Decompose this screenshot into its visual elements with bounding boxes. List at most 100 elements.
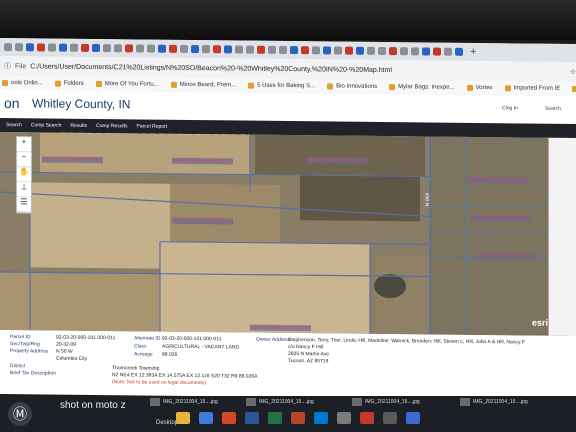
measure-tool-button[interactable]: ⟂ — [17, 182, 31, 198]
owner-care-of: c/o Nancy F Hill — [288, 344, 324, 351]
acreage-value: 88.026 — [162, 351, 178, 358]
info-icon: ⓘ — [4, 63, 11, 71]
zoom-control[interactable]: + − ✋ ⟂ ☰ — [16, 136, 32, 214]
app-icon[interactable] — [406, 412, 420, 424]
parcel-label[interactable]: 92-03-20-000-103.000-011 — [476, 252, 538, 260]
new-tab-button[interactable]: + — [470, 46, 476, 58]
nav-results[interactable]: Results — [70, 123, 87, 129]
outlook-icon[interactable] — [314, 412, 328, 424]
image-thumbnail-icon — [246, 398, 256, 406]
folder-icon — [504, 85, 511, 92]
folder-icon — [54, 80, 61, 87]
chrome-icon[interactable] — [222, 412, 236, 424]
image-thumbnail-icon — [460, 398, 470, 406]
bookmark-item[interactable]: Vortex — [466, 84, 493, 91]
bookmark-icon — [327, 83, 334, 90]
bookmark-item[interactable]: Minox Beard, Prem... — [170, 81, 236, 88]
nav-comp-results[interactable]: Comp Results — [96, 123, 127, 129]
district-label: District — [10, 363, 26, 370]
taskbar-file-item[interactable]: IMG_20211004_15....jpg — [352, 398, 420, 406]
side-panel — [548, 137, 576, 337]
zoom-out-button[interactable]: − — [17, 152, 31, 168]
bookmark-item[interactable]: 5 Uses for Baking S... — [248, 82, 315, 89]
browser-screen: + ⓘ File C:/Users/User/Documents/C21%20L… — [0, 38, 576, 401]
nav-search[interactable]: Search — [6, 122, 22, 128]
parcel-label[interactable]: 92-03-20-000-107.000-011 — [172, 217, 234, 225]
desktop-label[interactable]: Desktop — [156, 420, 178, 426]
bookmark-item[interactable]: dotloop — [572, 85, 576, 93]
property-address-value: N 50 W — [56, 348, 73, 355]
pan-tool-button[interactable]: ✋ — [17, 167, 31, 183]
monitor-bezel — [0, 0, 576, 40]
property-address-label: Property Address — [10, 348, 49, 355]
parcel-id-value: 92-03-20-000-101.000-011 — [56, 334, 116, 342]
acrobat-icon[interactable] — [360, 412, 374, 424]
url-text[interactable]: C:/Users/User/Documents/C21%20Listings/N… — [30, 63, 565, 76]
sec-twp-rng-label: Sec/Twp/Rng — [10, 341, 40, 348]
alternate-id-label: Alternate ID — [134, 335, 161, 342]
star-icon[interactable]: ☆ — [570, 68, 576, 76]
parcel-label[interactable]: 92-03-21-000-014.000-011 — [468, 176, 530, 184]
image-thumbnail-icon — [352, 398, 362, 406]
beacon-logo[interactable]: on — [4, 95, 20, 111]
layers-tool-button[interactable]: ☰ — [17, 197, 31, 213]
taskbar-file-item[interactable]: IMG_20211004_15....jpg — [150, 398, 218, 406]
owner-street: 2605 N Martin Ave — [288, 351, 330, 358]
road-label: 450 N — [423, 192, 430, 207]
legal-note: (Note: Not to be used on legal documents… — [112, 379, 206, 387]
bookmark-item[interactable]: More Of You Fortu... — [95, 81, 159, 88]
file-label: File — [15, 62, 27, 70]
taskbar-pinned-apps — [176, 412, 420, 424]
bookmark-icon — [95, 81, 102, 88]
owner-city: Tucson, AZ 85719 — [288, 358, 329, 365]
sec-twp-rng-value: 20-32-09 — [56, 341, 77, 348]
bookmark-item[interactable]: Folders — [54, 80, 84, 87]
parcel-label[interactable]: 92-03-20-000-101.000-011 — [250, 324, 312, 332]
excel-icon[interactable] — [268, 412, 282, 424]
edge-icon[interactable] — [199, 412, 213, 424]
bookmark-icon — [389, 84, 396, 91]
township-value: Thorncreek Township — [112, 365, 160, 372]
camera-watermark: shot on moto z — [60, 400, 126, 411]
file-explorer-icon[interactable] — [176, 412, 190, 424]
taskbar-file-item[interactable]: IMG_20211004_15....jpg — [460, 398, 528, 406]
bookmark-icon — [572, 85, 576, 93]
esri-logo: esri — [532, 317, 549, 328]
nav-parcel-report[interactable]: Parcel Report — [137, 123, 168, 129]
bookmark-item[interactable]: Mylar Bags: Inexpe... — [389, 84, 455, 91]
parcel-label[interactable]: 92-03-20-000-109.000-011 — [42, 156, 104, 164]
motorola-logo-icon: Ⓜ — [8, 402, 32, 426]
owner-name-value: Stephenson, Terry, Trier, Linda; Hill, M… — [288, 337, 525, 346]
image-thumbnail-icon — [150, 398, 160, 406]
nav-comp-search[interactable]: Comp Search — [31, 122, 62, 128]
taskbar: Ⓜ shot on moto z Desktop IMG_20211004_15… — [0, 396, 576, 432]
parcel-label[interactable]: 92-03-20-000-106.000-011 — [306, 157, 368, 164]
parcel-info-panel: Parcel ID 92-03-20-000-101.000-011 Sec/T… — [0, 330, 576, 395]
parcel-label[interactable]: 92-03-20-000-108.000-011 — [172, 157, 234, 165]
alternate-id-value: 92-03-20-000-101.000-011 — [162, 335, 222, 343]
owner-address-label: Owner Address — [256, 336, 291, 344]
word-icon[interactable] — [245, 412, 259, 424]
aerial-map[interactable]: + − ✋ ⟂ ☰ 92-03-20-000-109.000-011 92-03… — [0, 132, 576, 337]
app-icon[interactable] — [383, 412, 397, 424]
zoom-in-button[interactable]: + — [17, 137, 31, 153]
property-city-value: Columbia City — [56, 355, 88, 362]
bookmark-icon — [2, 80, 8, 87]
bookmark-item[interactable]: ools Onlin... — [2, 80, 43, 86]
powerpoint-icon[interactable] — [291, 412, 305, 424]
bookmark-icon — [466, 84, 473, 91]
parcel-id-label: Parcel ID — [10, 334, 31, 341]
bookmark-item[interactable]: Bio Innovations — [327, 83, 377, 90]
bookmark-item[interactable]: Imported From IE — [504, 85, 560, 92]
login-link[interactable]: Clog In — [502, 105, 518, 111]
parcel-label[interactable]: 92-03-20-000-102.000-011 — [470, 214, 532, 222]
app-icon[interactable] — [337, 412, 351, 424]
county-title: Whitley County, IN — [32, 96, 131, 112]
taskbar-file-item[interactable]: IMG_20211004_15....jpg — [246, 398, 314, 406]
header-search-link[interactable]: Search — [545, 106, 561, 112]
acreage-label: Acreage — [134, 351, 153, 358]
class-value: AGRICULTURAL - VACANT LAND — [162, 343, 240, 351]
class-label: Class — [134, 343, 147, 350]
bookmark-icon — [170, 81, 177, 88]
bookmark-icon — [248, 82, 255, 89]
